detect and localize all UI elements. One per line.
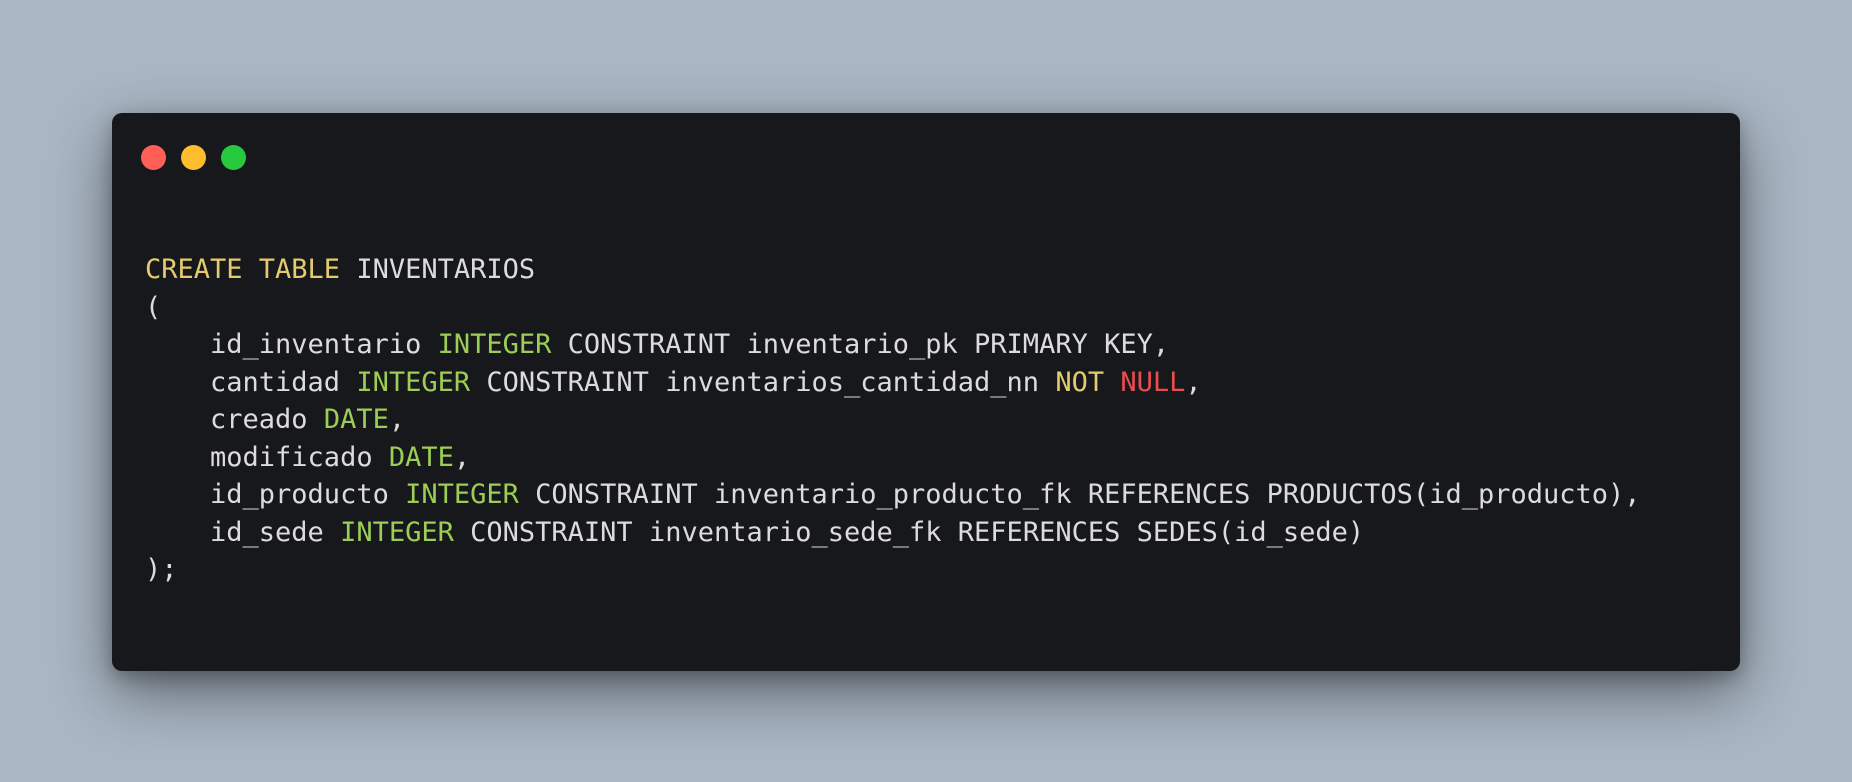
code-token: DATE bbox=[388, 441, 454, 473]
code-token: cantidad bbox=[145, 366, 357, 398]
code-token: NOT bbox=[1055, 366, 1105, 398]
code-token: , bbox=[453, 441, 471, 473]
code-token: CONSTRAINT inventario_sede_fk REFERENCES… bbox=[453, 516, 1365, 548]
code-token: ( bbox=[145, 291, 162, 323]
code-token: INVENTARIOS bbox=[340, 254, 536, 285]
code-token: INTEGER bbox=[405, 479, 519, 510]
code-line: ( bbox=[145, 289, 1641, 327]
minimize-dot-icon[interactable] bbox=[181, 145, 206, 170]
code-line: modificado DATE, bbox=[145, 439, 1641, 477]
code-line: id_sede INTEGER CONSTRAINT inventario_se… bbox=[145, 514, 1641, 552]
code-token: id_inventario bbox=[145, 329, 438, 360]
code-token: NULL bbox=[1120, 366, 1186, 398]
code-token: modificado bbox=[145, 441, 389, 473]
code-line: cantidad INTEGER CONSTRAINT inventarios_… bbox=[145, 364, 1641, 402]
code-token: , bbox=[1185, 366, 1202, 398]
code-line: creado DATE, bbox=[145, 401, 1641, 439]
code-line: CREATE TABLE INVENTARIOS bbox=[145, 251, 1641, 289]
code-token: creado bbox=[145, 404, 324, 435]
code-token: CONSTRAINT inventarios_cantidad_nn bbox=[470, 366, 1056, 398]
code-token: id_producto bbox=[145, 479, 406, 510]
code-line: id_producto INTEGER CONSTRAINT inventari… bbox=[145, 476, 1641, 514]
window-controls bbox=[141, 145, 246, 170]
code-token: CONSTRAINT inventario_producto_fk REFERE… bbox=[518, 479, 1641, 510]
code-token: DATE bbox=[323, 404, 389, 435]
code-window: CREATE TABLE INVENTARIOS( id_inventario … bbox=[112, 113, 1740, 671]
code-token: id_sede bbox=[145, 516, 341, 548]
code-token: CONSTRAINT inventario_pk PRIMARY KEY, bbox=[551, 329, 1170, 360]
code-token: INTEGER bbox=[437, 329, 552, 360]
code-token: ); bbox=[145, 554, 178, 585]
code-token: INTEGER bbox=[340, 516, 454, 548]
code-token: CREATE TABLE bbox=[145, 254, 341, 285]
code-token: , bbox=[388, 404, 406, 435]
code-line: id_inventario INTEGER CONSTRAINT inventa… bbox=[145, 326, 1641, 364]
code-line: ); bbox=[145, 551, 1641, 589]
close-dot-icon[interactable] bbox=[141, 145, 166, 170]
code-token: INTEGER bbox=[356, 366, 471, 398]
sql-code-block: CREATE TABLE INVENTARIOS( id_inventario … bbox=[145, 251, 1641, 589]
maximize-dot-icon[interactable] bbox=[221, 145, 246, 170]
